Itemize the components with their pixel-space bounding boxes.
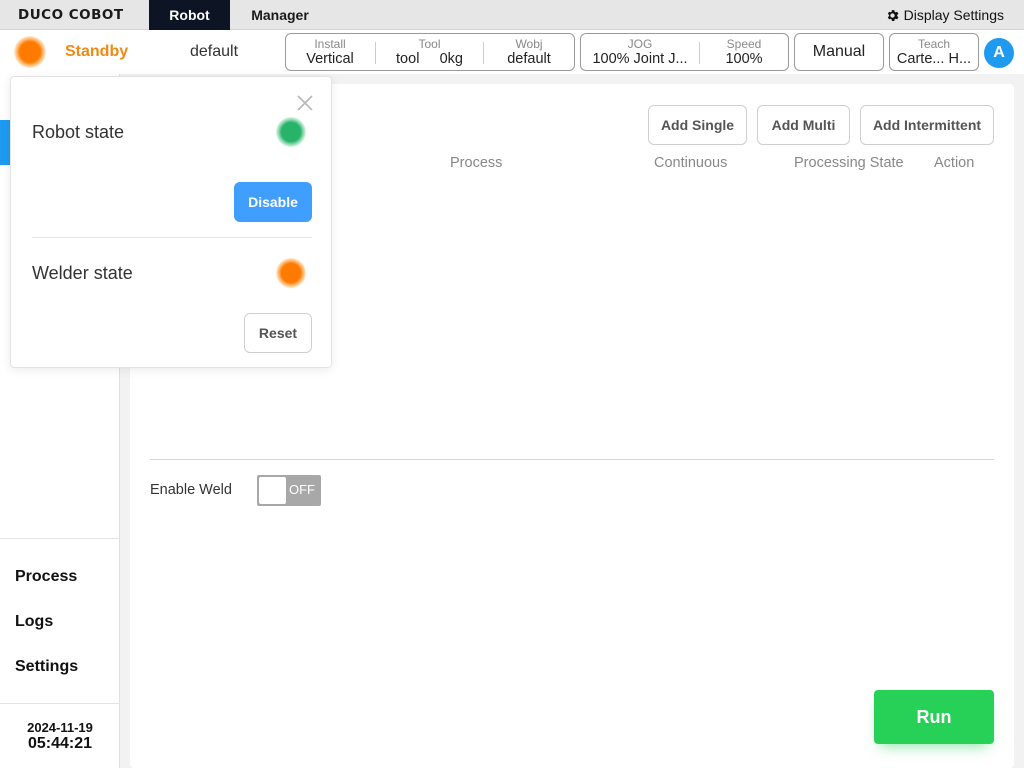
enable-weld-label: Enable Weld <box>150 482 232 498</box>
enable-weld-toggle[interactable]: OFF <box>257 475 321 506</box>
gear-icon <box>887 9 899 21</box>
install-value: Vertical <box>306 51 354 67</box>
jog-cell: JOG 100% Joint J... <box>581 34 699 70</box>
column-header-continuous: Continuous <box>654 155 728 171</box>
robot-state-label: Robot state <box>32 122 125 142</box>
add-multi-button[interactable]: Add Multi <box>757 105 850 145</box>
active-item-indicator <box>0 120 10 165</box>
state-popup: Robot state Disable Welder state Reset <box>10 76 332 368</box>
teach-cell: Teach Carte... H... <box>890 34 978 70</box>
welder-state-label: Welder state <box>32 263 133 283</box>
current-time: 05:44:21 <box>27 735 93 752</box>
wobj-cell: Wobj default <box>484 34 574 70</box>
duco-cobot-logo: DUCO COBOT <box>18 7 124 23</box>
column-header-processing-state: Processing State <box>794 155 904 171</box>
disable-button[interactable]: Disable <box>234 182 312 222</box>
teach-value: Carte... H... <box>896 51 972 67</box>
user-avatar[interactable]: A <box>984 38 1014 68</box>
robot-status-text: Standby <box>65 43 129 60</box>
add-intermittent-button[interactable]: Add Intermittent <box>860 105 994 145</box>
install-tool-wobj-panel[interactable]: Install Vertical Tool tool 0kg Wobj defa… <box>285 33 575 71</box>
tool-name: tool <box>396 51 420 67</box>
tool-label: Tool <box>418 37 441 51</box>
sidebar-item-process[interactable]: Process <box>15 568 77 586</box>
jog-label: JOG <box>627 37 653 51</box>
toggle-knob <box>259 477 286 504</box>
sidebar-item-settings[interactable]: Settings <box>15 658 78 676</box>
manual-mode-button[interactable]: Manual <box>794 33 884 71</box>
teach-label: Teach <box>917 37 951 51</box>
jog-value: 100% Joint J... <box>592 51 688 67</box>
jog-speed-panel[interactable]: JOG 100% Joint J... Speed 100% <box>580 33 789 71</box>
project-name: default <box>190 43 239 60</box>
wobj-label: Wobj <box>515 37 543 51</box>
welder-state-indicator <box>276 258 306 288</box>
wobj-value: default <box>507 51 551 67</box>
tab-robot[interactable]: Robot <box>149 0 230 30</box>
install-cell: Install Vertical <box>286 34 374 70</box>
speed-value: 100% <box>725 51 763 67</box>
section-divider <box>150 459 994 460</box>
column-header-action: Action <box>934 155 975 171</box>
display-settings-button[interactable]: Display Settings <box>885 7 1004 23</box>
speed-cell: Speed 100% <box>700 34 788 70</box>
status-bar: Standby default Install Vertical Tool to… <box>0 30 1024 74</box>
tool-cell: Tool tool 0kg <box>376 34 483 70</box>
close-icon[interactable] <box>295 93 315 113</box>
current-date: 2024-11-19 <box>27 720 93 735</box>
tab-manager[interactable]: Manager <box>230 0 330 30</box>
popup-divider <box>32 237 312 238</box>
column-header-process: Process <box>450 155 503 171</box>
sidebar-item-logs[interactable]: Logs <box>15 613 53 631</box>
sidebar-divider <box>0 703 120 704</box>
install-label: Install <box>314 37 346 51</box>
tool-value: tool 0kg <box>376 51 483 68</box>
add-single-button[interactable]: Add Single <box>648 105 747 145</box>
tool-weight: 0kg <box>439 51 463 67</box>
display-settings-label: Display Settings <box>903 7 1004 23</box>
teach-panel[interactable]: Teach Carte... H... <box>889 33 979 71</box>
standby-status-indicator <box>14 36 46 68</box>
top-nav-bar: DUCO COBOT Robot Manager Display Setting… <box>0 0 1024 30</box>
robot-state-indicator <box>276 117 306 147</box>
sidebar-divider <box>0 538 120 539</box>
run-button[interactable]: Run <box>874 690 994 744</box>
toggle-state-text: OFF <box>289 482 315 497</box>
speed-label: Speed <box>726 37 762 51</box>
reset-button[interactable]: Reset <box>244 313 312 353</box>
